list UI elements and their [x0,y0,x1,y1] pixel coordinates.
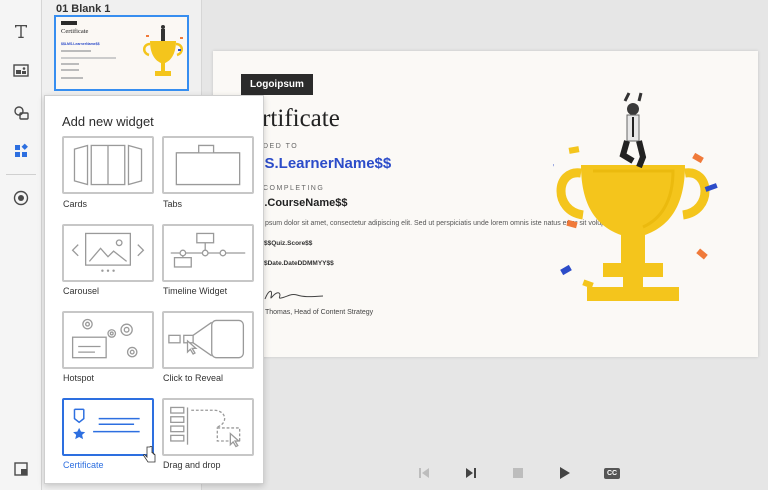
rail-divider [6,174,36,175]
widget-label-click-to-reveal: Click to Reveal [163,373,224,383]
widget-tile-click-to-reveal[interactable] [162,311,254,369]
widget-label-drag-and-drop: Drag and drop [163,460,221,470]
thumb-learner: $$LMS.LearnerName$$ [61,42,100,46]
tabs-icon [175,144,241,186]
signature-icon [264,290,324,300]
trophy-icon [553,92,718,301]
completion-date: $Date.DateDDMMYY$$ [264,260,334,267]
pointer-cursor-icon [143,446,156,463]
widget-label-carousel: Carousel [63,286,100,296]
popup-title: Add new widget [62,114,154,129]
widget-tile-carousel[interactable] [62,224,154,282]
add-widget-popup: Add new widget Cards Tabs Carousel Timel… [44,95,264,484]
previous-icon[interactable] [413,462,435,484]
closed-captions-icon[interactable]: CC [601,462,623,484]
carousel-icon [71,232,145,272]
signer-name: Thomas, Head of Content Strategy [265,309,374,316]
play-icon[interactable] [554,462,576,484]
awarded-to-label: DED TO [263,143,299,150]
widget-tile-drag-and-drop[interactable] [162,398,254,456]
widget-label-timeline: Timeline Widget [163,286,228,296]
record-icon[interactable] [8,185,34,211]
interaction-icon[interactable] [8,100,34,126]
layout-icon[interactable] [8,456,34,482]
widget-label-tabs: Tabs [163,199,183,209]
thumb-logo [61,21,77,25]
widget-tile-certificate[interactable] [62,398,154,456]
certificate-title: ertificate [251,105,340,132]
quiz-score: $$Quiz.Score$$ [264,240,313,247]
thumb-line [61,63,79,65]
slide-thumbnail[interactable]: Certificate $$LMS.LearnerName$$ [54,15,189,91]
course-name: S.CourseName$$ [257,197,348,209]
next-icon[interactable] [460,462,482,484]
logo: Logoipsum [241,74,313,95]
widgets-icon[interactable] [8,138,34,164]
text-icon[interactable] [8,18,34,44]
hotspot-icon [71,318,138,359]
completing-label: COMPLETING [263,185,325,192]
thumb-line [61,57,116,59]
widget-label-certificate: Certificate [63,460,104,470]
learner-name: MS.LearnerName$$ [252,155,392,172]
certificate-slide[interactable]: Logoipsum ertificate DED TO MS.LearnerNa… [213,51,758,357]
left-tool-rail [0,0,42,490]
thumb-title: Certificate [61,28,89,35]
thumb-line [61,69,79,71]
timeline-icon [170,232,246,268]
cards-icon [73,144,143,186]
media-icon[interactable] [8,58,34,84]
player-controls: CC [405,462,625,484]
thumb-line [61,77,83,79]
widget-tile-timeline[interactable] [162,224,254,282]
thumb-trophy-icon [143,25,183,76]
widget-label-hotspot: Hotspot [63,373,95,383]
certificate-icon [73,408,140,440]
widget-tile-cards[interactable] [62,136,154,194]
slide-label: 01 Blank 1 [56,3,111,15]
widget-label-cards: Cards [63,199,88,209]
drag-and-drop-icon [170,406,241,448]
widget-tile-tabs[interactable] [162,136,254,194]
widget-tile-hotspot[interactable] [62,311,154,369]
thumb-line [61,50,91,52]
stop-icon[interactable] [507,462,529,484]
click-to-reveal-icon [168,319,245,359]
